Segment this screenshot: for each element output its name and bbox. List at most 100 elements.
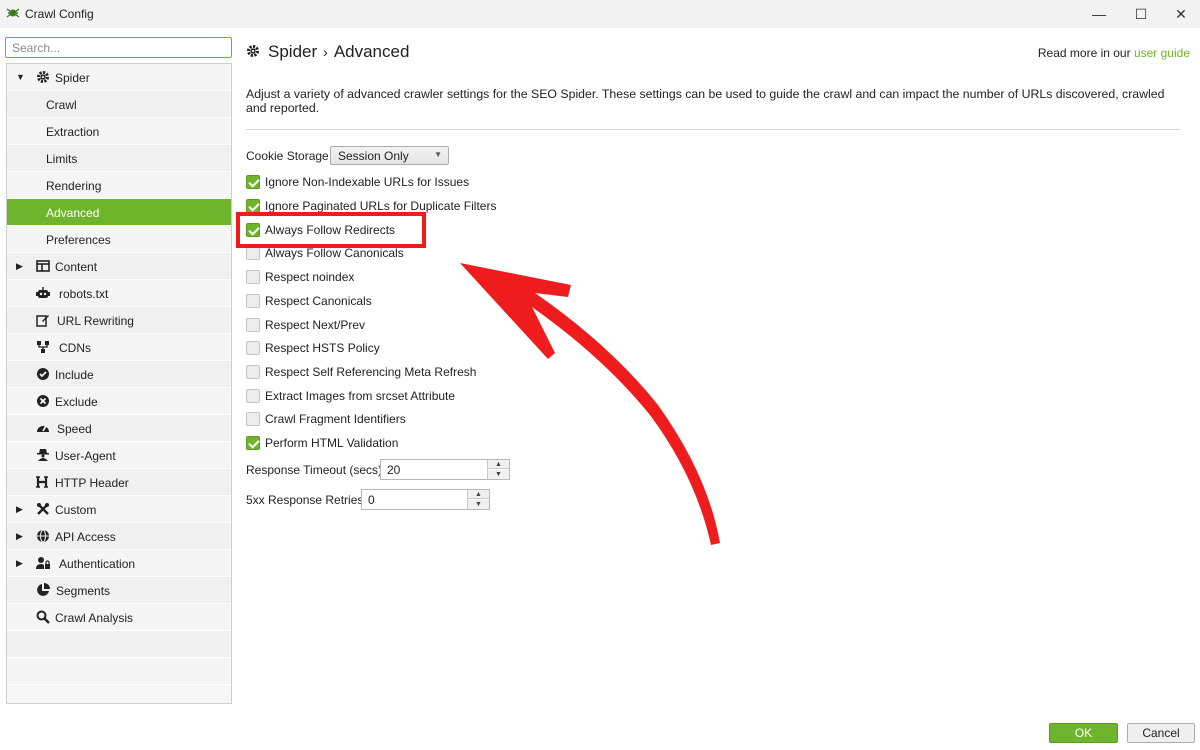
- sidebar-item-label: Content: [55, 260, 98, 274]
- globe-icon: [37, 529, 49, 543]
- window-title: Crawl Config: [25, 7, 94, 21]
- sidebar-item-label: Crawl Analysis: [55, 611, 134, 625]
- page-description: Adjust a variety of advanced crawler set…: [246, 87, 1165, 115]
- user-secret-icon: [37, 449, 49, 461]
- checkbox-label: Respect Next/Prev: [265, 318, 366, 332]
- sidebar-item-speed[interactable]: Speed: [7, 415, 231, 442]
- sidebar-item-label: Exclude: [55, 395, 98, 409]
- title-bar: Crawl Config — ☐ ✕: [0, 0, 1200, 28]
- sidebar-item-label: Crawl: [46, 98, 77, 112]
- heading-icon: [36, 476, 48, 488]
- checkbox[interactable]: [246, 175, 260, 189]
- dropdown-caret-icon: ▼: [434, 150, 442, 159]
- sidebar-item-label: Limits: [46, 152, 78, 166]
- cancel-button[interactable]: Cancel: [1127, 723, 1195, 743]
- checkbox[interactable]: [246, 294, 260, 308]
- breadcrumb-current: Advanced: [333, 42, 410, 61]
- annotation-highlight-box: [236, 212, 426, 248]
- speedometer-icon: [37, 425, 49, 432]
- sidebar-item-label: Preferences: [46, 233, 111, 247]
- sidebar-item-include[interactable]: Include: [7, 361, 231, 388]
- checkbox-label: Respect Canonicals: [265, 294, 372, 308]
- read-more: Read more in our user guide: [1038, 46, 1190, 60]
- sidebar-item-preferences[interactable]: Preferences: [7, 226, 231, 253]
- close-button[interactable]: ✕: [1158, 0, 1200, 28]
- sidebar-item-label: robots.txt: [59, 287, 109, 301]
- sidebar-item-spider[interactable]: ▼ Spider: [7, 64, 231, 91]
- checkbox[interactable]: [246, 412, 260, 426]
- checkbox[interactable]: [246, 199, 260, 213]
- sidebar-item-robots[interactable]: robots.txt: [7, 280, 231, 307]
- sidebar-item-extraction[interactable]: Extraction: [7, 118, 231, 145]
- sidebar-item-url-rewriting[interactable]: URL Rewriting: [7, 307, 231, 334]
- checkbox[interactable]: [246, 365, 260, 379]
- response-timeout-value: 20: [387, 463, 401, 477]
- sidebar-item-exclude[interactable]: Exclude: [7, 388, 231, 415]
- checkbox-label: Respect noindex: [265, 270, 355, 284]
- sidebar-item-label: User-Agent: [55, 449, 116, 463]
- read-more-text: Read more in our: [1037, 46, 1131, 60]
- checkbox-label: Perform HTML Validation: [265, 436, 399, 450]
- spider-app-icon: [6, 8, 20, 18]
- sidebar-item-content[interactable]: ▶ Content: [7, 253, 231, 280]
- search-icon: [36, 610, 50, 624]
- checkbox[interactable]: [246, 436, 260, 450]
- checkbox[interactable]: [246, 389, 260, 403]
- checkbox[interactable]: [246, 318, 260, 332]
- sidebar-item-segments[interactable]: Segments: [7, 577, 231, 604]
- sidebar-item-api-access[interactable]: ▶ API Access: [7, 523, 231, 550]
- sidebar-item-label: Include: [55, 368, 94, 382]
- sidebar-item-cdns[interactable]: CDNs: [7, 334, 231, 361]
- checkbox[interactable]: [246, 270, 260, 284]
- layout-icon: [36, 260, 50, 272]
- sidebar-item-label: Spider: [55, 71, 90, 85]
- sidebar-item-label: Rendering: [46, 179, 102, 193]
- tools-icon: [37, 503, 49, 515]
- sidebar-item-advanced[interactable]: Advanced: [7, 199, 231, 226]
- edit-icon: [36, 315, 49, 327]
- divider: [246, 129, 1180, 130]
- sidebar-item-crawl-analysis[interactable]: Crawl Analysis: [7, 604, 231, 631]
- sidebar-item-rendering[interactable]: Rendering: [7, 172, 231, 199]
- cookie-storage-select[interactable]: Session Only ▼: [330, 146, 449, 165]
- robot-icon: [36, 287, 50, 298]
- sidebar-item-label: Custom: [55, 503, 97, 517]
- ok-button[interactable]: OK: [1049, 723, 1118, 743]
- sidebar-item-label: Segments: [56, 584, 111, 598]
- cookie-storage-value: Session Only: [338, 149, 409, 163]
- sidebar-item-custom[interactable]: ▶ Custom: [7, 496, 231, 523]
- user-lock-icon: [36, 557, 50, 569]
- sidebar-item-label: Speed: [57, 422, 92, 436]
- chevron-right-icon[interactable]: ▶: [16, 504, 23, 515]
- sidebar-item-authentication[interactable]: ▶ Authentication: [7, 550, 231, 577]
- chevron-right-icon[interactable]: ▶: [16, 531, 23, 542]
- checkbox-label: Respect HSTS Policy: [265, 341, 380, 355]
- checkbox-label: Always Follow Canonicals: [265, 246, 404, 260]
- settings-tree: ▼ Spider Crawl Extraction Limits Renderi…: [6, 63, 232, 704]
- gear-icon: [37, 71, 49, 83]
- pie-chart-icon: [37, 583, 50, 596]
- chevron-down-icon[interactable]: ▼: [16, 72, 25, 82]
- user-guide-link[interactable]: user guide: [1134, 46, 1190, 60]
- minimize-button[interactable]: —: [1076, 0, 1122, 28]
- chevron-right-icon[interactable]: ▶: [16, 261, 23, 272]
- retries-label: 5xx Response Retries: [246, 493, 364, 507]
- sidebar-item-label: Extraction: [46, 125, 100, 139]
- breadcrumb: Spider › Advanced: [268, 42, 409, 62]
- sidebar-item-label: Advanced: [46, 206, 100, 220]
- gear-icon: [247, 45, 259, 57]
- checkbox[interactable]: [246, 341, 260, 355]
- retries-value: 0: [368, 493, 375, 507]
- sidebar-item-http-header[interactable]: HTTP Header: [7, 469, 231, 496]
- sidebar-item-crawl[interactable]: Crawl: [7, 91, 231, 118]
- response-timeout-label: Response Timeout (secs): [246, 463, 383, 477]
- sidebar-item-label: HTTP Header: [55, 476, 129, 490]
- sidebar-empty-row: [7, 631, 231, 658]
- chevron-right-icon[interactable]: ▶: [16, 558, 23, 569]
- annotation-arrow: [460, 263, 720, 545]
- sidebar-item-user-agent[interactable]: User-Agent: [7, 442, 231, 469]
- search-input[interactable]: [5, 37, 232, 58]
- sidebar-item-limits[interactable]: Limits: [7, 145, 231, 172]
- cookie-storage-label: Cookie Storage: [246, 149, 329, 163]
- checkbox[interactable]: [246, 246, 260, 260]
